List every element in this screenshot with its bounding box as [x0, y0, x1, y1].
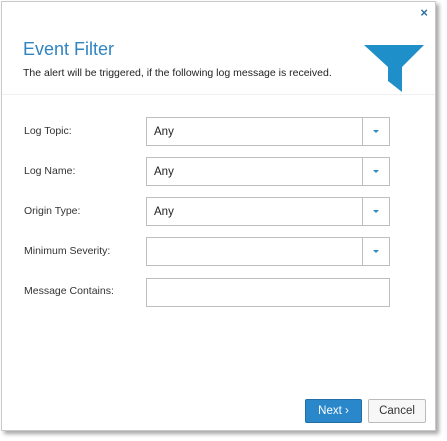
funnel-icon: [364, 45, 424, 92]
event-filter-dialog: × Event Filter The alert will be trigger…: [1, 1, 436, 431]
cancel-button[interactable]: Cancel: [368, 399, 426, 423]
log-topic-value: Any: [154, 126, 174, 138]
chevron-down-icon[interactable]: [362, 198, 389, 225]
chevron-down-icon[interactable]: [362, 118, 389, 145]
origin-type-select[interactable]: Any: [146, 197, 390, 226]
log-name-value: Any: [154, 166, 174, 178]
dialog-title: Event Filter: [23, 39, 115, 59]
minimum-severity-label: Minimum Severity:: [24, 245, 111, 257]
log-topic-label: Log Topic:: [24, 125, 72, 137]
message-contains-label: Message Contains:: [24, 285, 114, 297]
log-name-select[interactable]: Any: [146, 157, 390, 186]
header-divider: [2, 94, 435, 95]
next-button[interactable]: Next ›: [305, 399, 362, 423]
close-icon[interactable]: ×: [420, 6, 428, 20]
dialog-subtitle: The alert will be triggered, if the foll…: [23, 67, 332, 79]
origin-type-label: Origin Type:: [24, 205, 81, 217]
message-contains-input[interactable]: [146, 278, 390, 307]
minimum-severity-select[interactable]: [146, 237, 390, 266]
log-name-label: Log Name:: [24, 165, 76, 177]
chevron-down-icon[interactable]: [362, 158, 389, 185]
origin-type-value: Any: [154, 206, 174, 218]
log-topic-select[interactable]: Any: [146, 117, 390, 146]
chevron-down-icon[interactable]: [362, 238, 389, 265]
